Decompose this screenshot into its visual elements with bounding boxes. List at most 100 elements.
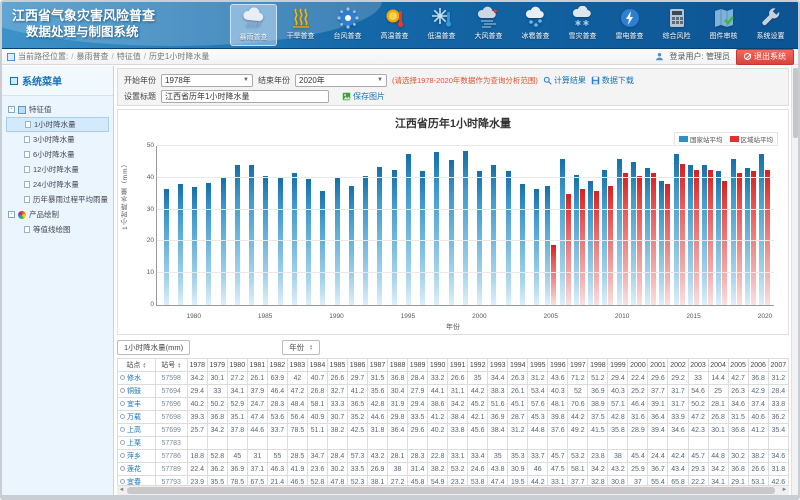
year-column-header[interactable]: 1990 <box>428 359 448 372</box>
year-column-header[interactable]: 1988 <box>388 359 408 372</box>
year-column-header[interactable]: 1984 <box>307 359 327 372</box>
tree-item-0-5[interactable]: 历年暴雨过程平均雨量 <box>6 192 109 207</box>
year-column-header[interactable]: 1979 <box>207 359 227 372</box>
toolbar-item-map-review[interactable]: 图件审核 <box>700 4 747 46</box>
year-column-header[interactable]: 1985 <box>327 359 347 372</box>
year-column-header[interactable]: 1983 <box>287 359 307 372</box>
vertical-scrollbar[interactable] <box>791 66 798 495</box>
year-column-header[interactable]: 1986 <box>347 359 367 372</box>
year-column-header[interactable]: 1980 <box>227 359 247 372</box>
horizontal-scrollbar[interactable]: ◄ ► <box>117 485 789 495</box>
y-tick: 10 <box>147 269 154 276</box>
value-cell: 28.9 <box>628 424 648 437</box>
breadcrumb-item[interactable]: 暴雨普查 <box>76 52 108 61</box>
station-cell[interactable]: 宜春 <box>118 476 156 486</box>
station-cell[interactable]: 莲花 <box>118 463 156 476</box>
radio-icon[interactable] <box>120 414 125 419</box>
year-column-header[interactable]: 2002 <box>668 359 688 372</box>
breadcrumb-item[interactable]: 历史1小时降水量 <box>149 52 209 61</box>
year-column-header[interactable]: 2007 <box>768 359 788 372</box>
value-cell: 52.8 <box>207 450 227 463</box>
radio-icon[interactable] <box>120 479 125 484</box>
toolbar-item-composite-risk[interactable]: 综合风险 <box>653 4 700 46</box>
radio-icon[interactable] <box>120 401 125 406</box>
year-column-header[interactable]: 1992 <box>468 359 488 372</box>
year-column-header[interactable]: 2004 <box>708 359 728 372</box>
logout-button[interactable]: 退出系统 <box>736 49 794 65</box>
tree-item-0-2[interactable]: 6小时降水量 <box>6 147 109 162</box>
toolbar-item-typhoon[interactable]: 台风普查 <box>324 4 371 46</box>
end-year-select[interactable]: 2020年▼ <box>295 74 387 87</box>
expand-icon[interactable]: - <box>8 211 15 218</box>
year-column-header[interactable]: 1982 <box>267 359 287 372</box>
year-column-header[interactable]: 1987 <box>368 359 388 372</box>
calculate-button[interactable]: 计算结果 <box>543 75 586 86</box>
radio-icon[interactable] <box>120 453 125 458</box>
station-id-column-header[interactable]: 站号▲▼ <box>155 359 187 372</box>
year-column-header[interactable]: 1991 <box>448 359 468 372</box>
bar-national-2012 <box>645 168 650 305</box>
year-column-header[interactable]: 2003 <box>688 359 708 372</box>
year-column-header[interactable]: 2001 <box>648 359 668 372</box>
year-column-header[interactable]: 2000 <box>628 359 648 372</box>
station-cell[interactable]: 宜丰 <box>118 398 156 411</box>
year-column-header[interactable]: 1994 <box>508 359 528 372</box>
chart-title-input[interactable]: 江西省历年1小时降水量 <box>161 90 329 103</box>
value-cell <box>428 437 448 450</box>
scroll-left-arrow[interactable]: ◄ <box>117 486 126 495</box>
station-cell[interactable]: 修水 <box>118 372 156 385</box>
year-column-header[interactable]: 1995 <box>528 359 548 372</box>
radio-icon[interactable] <box>120 466 125 471</box>
station-id-cell: 57786 <box>155 450 187 463</box>
year-column-header[interactable]: 1981 <box>247 359 267 372</box>
tree-item-1-0[interactable]: 等值线绘图 <box>6 222 109 237</box>
tree-item-0-1[interactable]: 3小时降水量 <box>6 132 109 147</box>
download-button[interactable]: 数据下载 <box>591 75 634 86</box>
value-cell: 44.6 <box>368 411 388 424</box>
year-column-header[interactable]: 1997 <box>568 359 588 372</box>
station-cell[interactable]: 萍乡 <box>118 450 156 463</box>
station-cell[interactable]: 铜鼓 <box>118 385 156 398</box>
vscrollbar-thumb[interactable] <box>793 68 798 138</box>
y-axis-label: 1小时降水量（mm） <box>121 160 131 230</box>
start-year-select[interactable]: 1978年▼ <box>161 74 253 87</box>
toolbar-item-rainstorm[interactable]: 暴雨普查 <box>230 4 277 46</box>
toolbar-item-high-temp[interactable]: 高温普查 <box>371 4 418 46</box>
year-column-header[interactable]: 1998 <box>588 359 608 372</box>
station-cell[interactable]: 万载 <box>118 411 156 424</box>
tree-group-0[interactable]: -特征值 <box>6 102 109 117</box>
radio-icon[interactable] <box>120 388 125 393</box>
radio-icon[interactable] <box>120 375 125 380</box>
toolbar-item-snow[interactable]: 雪灾普查 <box>559 4 606 46</box>
station-column-header[interactable]: 站点▲▼ <box>118 359 156 372</box>
year-column-header[interactable]: 1993 <box>488 359 508 372</box>
expand-icon[interactable]: - <box>8 106 15 113</box>
toolbar-item-lightning[interactable]: 雷电普查 <box>606 4 653 46</box>
breadcrumb-item[interactable]: 特征值 <box>117 52 141 61</box>
year-column-header[interactable]: 1996 <box>548 359 568 372</box>
scrollbar-thumb[interactable] <box>127 487 775 494</box>
toolbar-item-hail[interactable]: 冰雹普查 <box>512 4 559 46</box>
station-cell[interactable]: 上栗 <box>118 437 156 450</box>
year-sort-control[interactable]: 年份▲▼ <box>282 340 320 355</box>
toolbar-item-drought[interactable]: 干旱普查 <box>277 4 324 46</box>
tree-group-1[interactable]: -产品绘制 <box>6 207 109 222</box>
tree-item-0-3[interactable]: 12小时降水量 <box>6 162 109 177</box>
save-image-button[interactable]: 保存图片 <box>342 91 385 102</box>
bar-group-2005 <box>544 146 558 305</box>
radio-icon[interactable] <box>120 427 125 432</box>
tree-item-0-0[interactable]: 1小时降水量 <box>6 117 109 132</box>
toolbar-item-gale[interactable]: 大风普查 <box>465 4 512 46</box>
scroll-right-arrow[interactable]: ► <box>780 486 789 495</box>
year-column-header[interactable]: 1978 <box>187 359 207 372</box>
toolbar-item-system-settings[interactable]: 系统设置 <box>747 4 794 46</box>
year-column-header[interactable]: 1999 <box>608 359 628 372</box>
year-column-header[interactable]: 2005 <box>728 359 748 372</box>
year-column-header[interactable]: 1989 <box>408 359 428 372</box>
tree-item-0-4[interactable]: 24小时降水量 <box>6 177 109 192</box>
radio-icon[interactable] <box>120 440 125 445</box>
y-tick: 40 <box>147 174 154 181</box>
station-cell[interactable]: 上高 <box>118 424 156 437</box>
year-column-header[interactable]: 2006 <box>748 359 768 372</box>
toolbar-item-low-temp[interactable]: 低温普查 <box>418 4 465 46</box>
